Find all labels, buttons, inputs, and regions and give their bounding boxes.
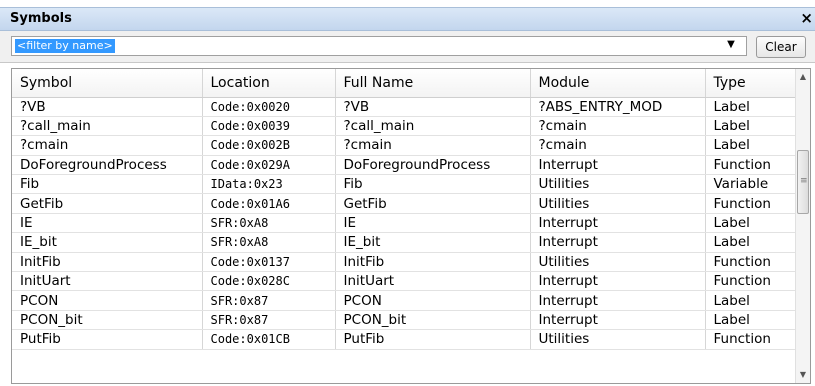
cell-full-name: IE [335,213,531,234]
scrollbar-thumb[interactable]: ≡ [797,150,809,215]
table-row[interactable]: PutFib Code:0x01CB PutFib Utilities Function [12,329,798,350]
grip-icon: ≡ [800,176,808,187]
cell-location: Code:0x0020 [202,97,336,117]
table-row[interactable]: InitUart Code:0x028C InitUart Interrupt Func… [12,271,798,292]
cell-full-name: InitFib [335,252,531,273]
column-header-full-name[interactable]: Full Name [335,69,531,98]
filter-input[interactable]: <filter by name> [11,36,747,56]
cell-symbol: PutFib [12,329,203,350]
vertical-scrollbar[interactable]: ▲ ≡ ▼ [795,69,810,383]
cell-location: IData:0x23 [202,174,336,195]
cell-symbol: IE_bit [12,232,203,253]
cell-location: Code:0x029A [202,155,336,176]
cell-type: Function [705,193,798,214]
scroll-down-icon[interactable]: ▼ [796,367,810,383]
cell-type: Label [705,310,798,331]
cell-module: Interrupt [530,290,706,311]
cell-module: Interrupt [530,232,706,253]
cell-location: Code:0x002B [202,135,336,156]
clear-button[interactable]: Clear [756,36,806,58]
table-row[interactable]: Fib IData:0x23 Fib Utilities Variable [12,174,798,195]
cell-full-name: InitUart [335,271,531,292]
cell-location: Code:0x0137 [202,252,336,273]
table-header-row: Symbol Location Full Name Module Type [12,69,798,98]
cell-type: Function [705,271,798,292]
cell-symbol: ?VB [12,97,203,117]
cell-full-name: DoForegroundProcess [335,155,531,176]
close-icon[interactable]: × [800,9,813,27]
cell-location: Code:0x01A6 [202,193,336,214]
table-row[interactable]: ?cmain Code:0x002B ?cmain ?cmain Label [12,135,798,156]
cell-symbol: PCON [12,290,203,311]
cell-type: Variable [705,174,798,195]
cell-type: Label [705,232,798,253]
cell-symbol: IE [12,213,203,234]
cell-full-name: PCON [335,290,531,311]
symbols-window: Symbols × <filter by name> ▼ Clear Symbo… [0,0,815,386]
cell-location: Code:0x0039 [202,116,336,137]
cell-location: Code:0x01CB [202,329,336,350]
cell-location: SFR:0x87 [202,290,336,311]
cell-location: Code:0x028C [202,271,336,292]
symbols-table: Symbol Location Full Name Module Type ?V… [11,68,811,384]
column-header-module[interactable]: Module [530,69,706,98]
cell-type: Label [705,290,798,311]
scroll-up-icon[interactable]: ▲ [796,69,810,85]
table-row[interactable]: GetFib Code:0x01A6 GetFib Utilities Function [12,193,798,214]
cell-module: Utilities [530,174,706,195]
table-row[interactable]: PCON SFR:0x87 PCON Interrupt Label [12,290,798,311]
cell-full-name: IE_bit [335,232,531,253]
cell-type: Function [705,155,798,176]
cell-full-name: ?call_main [335,116,531,137]
cell-symbol: InitFib [12,252,203,273]
table-row[interactable]: InitFib Code:0x0137 InitFib Utilities Functi… [12,252,798,273]
cell-full-name: PutFib [335,329,531,350]
cell-symbol: Fib [12,174,203,195]
column-header-location[interactable]: Location [202,69,336,98]
cell-symbol: PCON_bit [12,310,203,331]
cell-type: Label [705,116,798,137]
column-header-symbol[interactable]: Symbol [12,69,203,98]
cell-symbol: ?cmain [12,135,203,156]
chevron-down-icon[interactable]: ▼ [724,38,738,52]
cell-type: Label [705,97,798,117]
table-row[interactable]: ?call_main Code:0x0039 ?call_main ?cmain Lab… [12,116,798,137]
filter-bar: <filter by name> ▼ Clear [0,31,815,63]
cell-full-name: ?cmain [335,135,531,156]
cell-full-name: ?VB [335,97,531,117]
cell-symbol: ?call_main [12,116,203,137]
cell-module: Utilities [530,252,706,273]
table-row[interactable]: IE_bit SFR:0xA8 IE_bit Interrupt Label [12,232,798,253]
title-bar: Symbols × [0,7,815,31]
table-row[interactable]: IE SFR:0xA8 IE Interrupt Label [12,213,798,234]
cell-location: SFR:0xA8 [202,232,336,253]
table-row[interactable]: ?VB Code:0x0020 ?VB ?ABS_ENTRY_MOD Label [12,97,798,117]
cell-module: ?ABS_ENTRY_MOD [530,97,706,117]
cell-module: Interrupt [530,310,706,331]
cell-location: SFR:0xA8 [202,213,336,234]
cell-module: Utilities [530,193,706,214]
cell-symbol: InitUart [12,271,203,292]
cell-location: SFR:0x87 [202,310,336,331]
cell-symbol: DoForegroundProcess [12,155,203,176]
cell-full-name: GetFib [335,193,531,214]
table-row[interactable]: PCON_bit SFR:0x87 PCON_bit Interrupt Label [12,310,798,331]
cell-module: ?cmain [530,135,706,156]
table-row[interactable]: DoForegroundProcess Code:0x029A DoForegrou… [12,155,798,176]
cell-type: Function [705,252,798,273]
cell-module: Interrupt [530,155,706,176]
filter-placeholder: <filter by name> [15,39,115,53]
cell-module: Interrupt [530,213,706,234]
cell-module: Utilities [530,329,706,350]
cell-type: Label [705,213,798,234]
window-title: Symbols [10,11,72,26]
cell-full-name: PCON_bit [335,310,531,331]
cell-module: Interrupt [530,271,706,292]
cell-symbol: GetFib [12,193,203,214]
cell-full-name: Fib [335,174,531,195]
column-header-type[interactable]: Type [705,69,798,98]
cell-type: Label [705,135,798,156]
cell-module: ?cmain [530,116,706,137]
cell-type: Function [705,329,798,350]
